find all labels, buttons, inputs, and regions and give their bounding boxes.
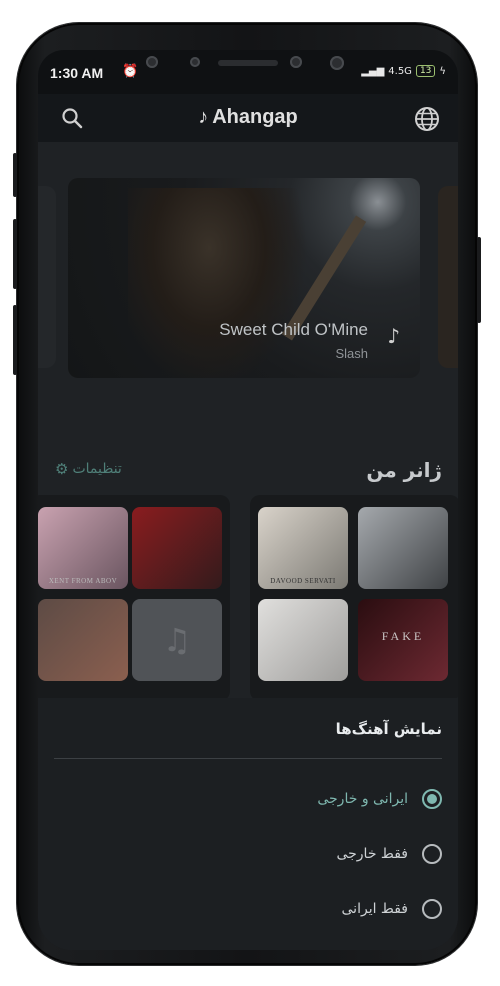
album-thumbnail[interactable]: ♫ xyxy=(132,599,222,681)
section-title: ژانر من xyxy=(366,458,442,482)
status-icons: ▂▄▆ 4.5G 13 ϟ xyxy=(361,65,446,77)
globe-icon[interactable] xyxy=(414,106,440,132)
charging-icon: ϟ xyxy=(439,65,446,77)
carousel-prev-card[interactable] xyxy=(38,186,56,368)
option-label: فقط خارجی xyxy=(336,846,408,862)
front-camera xyxy=(330,56,344,70)
album-caption: DAVOOD SERVATI xyxy=(270,577,336,585)
option-iranian-and-foreign[interactable]: ایرانی و خارجی xyxy=(317,786,442,812)
power-button xyxy=(13,305,17,375)
song-display-sheet: نمایش آهنگ‌ها ایرانی و خارجی فقط خارجی ف… xyxy=(38,698,458,950)
genre-card[interactable]: DAVOOD SERVATI FAKE xyxy=(250,495,458,701)
alarm-icon: ⏰ xyxy=(122,64,139,79)
album-caption: XENT FROM ABOV xyxy=(48,577,118,585)
volume-button xyxy=(13,219,17,289)
genre-settings-link[interactable]: تنظیمات ⚙ xyxy=(55,460,122,478)
sensor-dot xyxy=(290,56,302,68)
sheet-divider xyxy=(54,758,442,759)
option-foreign-only[interactable]: فقط خارجی xyxy=(336,841,442,867)
brand-name: Ahangap xyxy=(212,106,298,128)
battery-icon: 13 xyxy=(415,65,436,77)
gear-icon: ⚙ xyxy=(55,460,69,478)
option-label: ایرانی و خارجی xyxy=(317,791,408,807)
album-caption: FAKE xyxy=(381,629,425,643)
album-thumbnail[interactable]: XENT FROM ABOV xyxy=(38,507,128,589)
radio-selected[interactable] xyxy=(422,789,442,809)
volume-button xyxy=(13,153,17,197)
featured-song-title: Sweet Child O'Mine xyxy=(219,320,368,339)
app-screen: 1:30 AM ⏰ ▂▄▆ 4.5G 13 ϟ ♪ Ahangap Sweet … xyxy=(38,50,458,950)
app-logo: ♪ Ahangap xyxy=(38,106,458,129)
option-iranian-only[interactable]: فقط ایرانی xyxy=(342,896,442,922)
status-time: 1:30 AM xyxy=(50,65,104,81)
option-label: فقط ایرانی xyxy=(341,901,408,917)
carousel-next-card[interactable] xyxy=(438,186,458,368)
side-button xyxy=(477,237,481,323)
music-note-icon: ♪ xyxy=(387,324,400,348)
settings-label: تنظیمات xyxy=(72,461,122,477)
album-thumbnail[interactable] xyxy=(358,507,448,589)
music-note-icon: ♫ xyxy=(162,621,192,659)
network-label: 4.5G xyxy=(388,65,412,77)
earpiece-speaker xyxy=(218,60,278,66)
signal-icon: ▂▄▆ xyxy=(361,65,385,77)
album-thumbnail[interactable]: FAKE xyxy=(358,599,448,681)
featured-song-card[interactable]: Sweet Child O'Mine Slash ♪ xyxy=(68,178,420,378)
album-thumbnail[interactable] xyxy=(258,599,348,681)
radio-unselected[interactable] xyxy=(422,899,442,919)
genre-card[interactable]: XENT FROM ABOV ♫ xyxy=(38,495,230,701)
album-thumbnail[interactable] xyxy=(132,507,222,589)
music-note-icon: ♪ xyxy=(198,106,209,128)
camera-lens xyxy=(146,56,158,68)
sensor-dot xyxy=(190,57,200,67)
status-bar: 1:30 AM ⏰ ▂▄▆ 4.5G 13 ϟ xyxy=(38,50,458,94)
app-bar: ♪ Ahangap xyxy=(38,94,458,142)
featured-song-artist: Slash xyxy=(335,346,368,361)
album-thumbnail[interactable]: DAVOOD SERVATI xyxy=(258,507,348,589)
sheet-title: نمایش آهنگ‌ها xyxy=(335,720,442,738)
radio-unselected[interactable] xyxy=(422,844,442,864)
artist-image xyxy=(128,188,308,378)
album-thumbnail[interactable] xyxy=(38,599,128,681)
